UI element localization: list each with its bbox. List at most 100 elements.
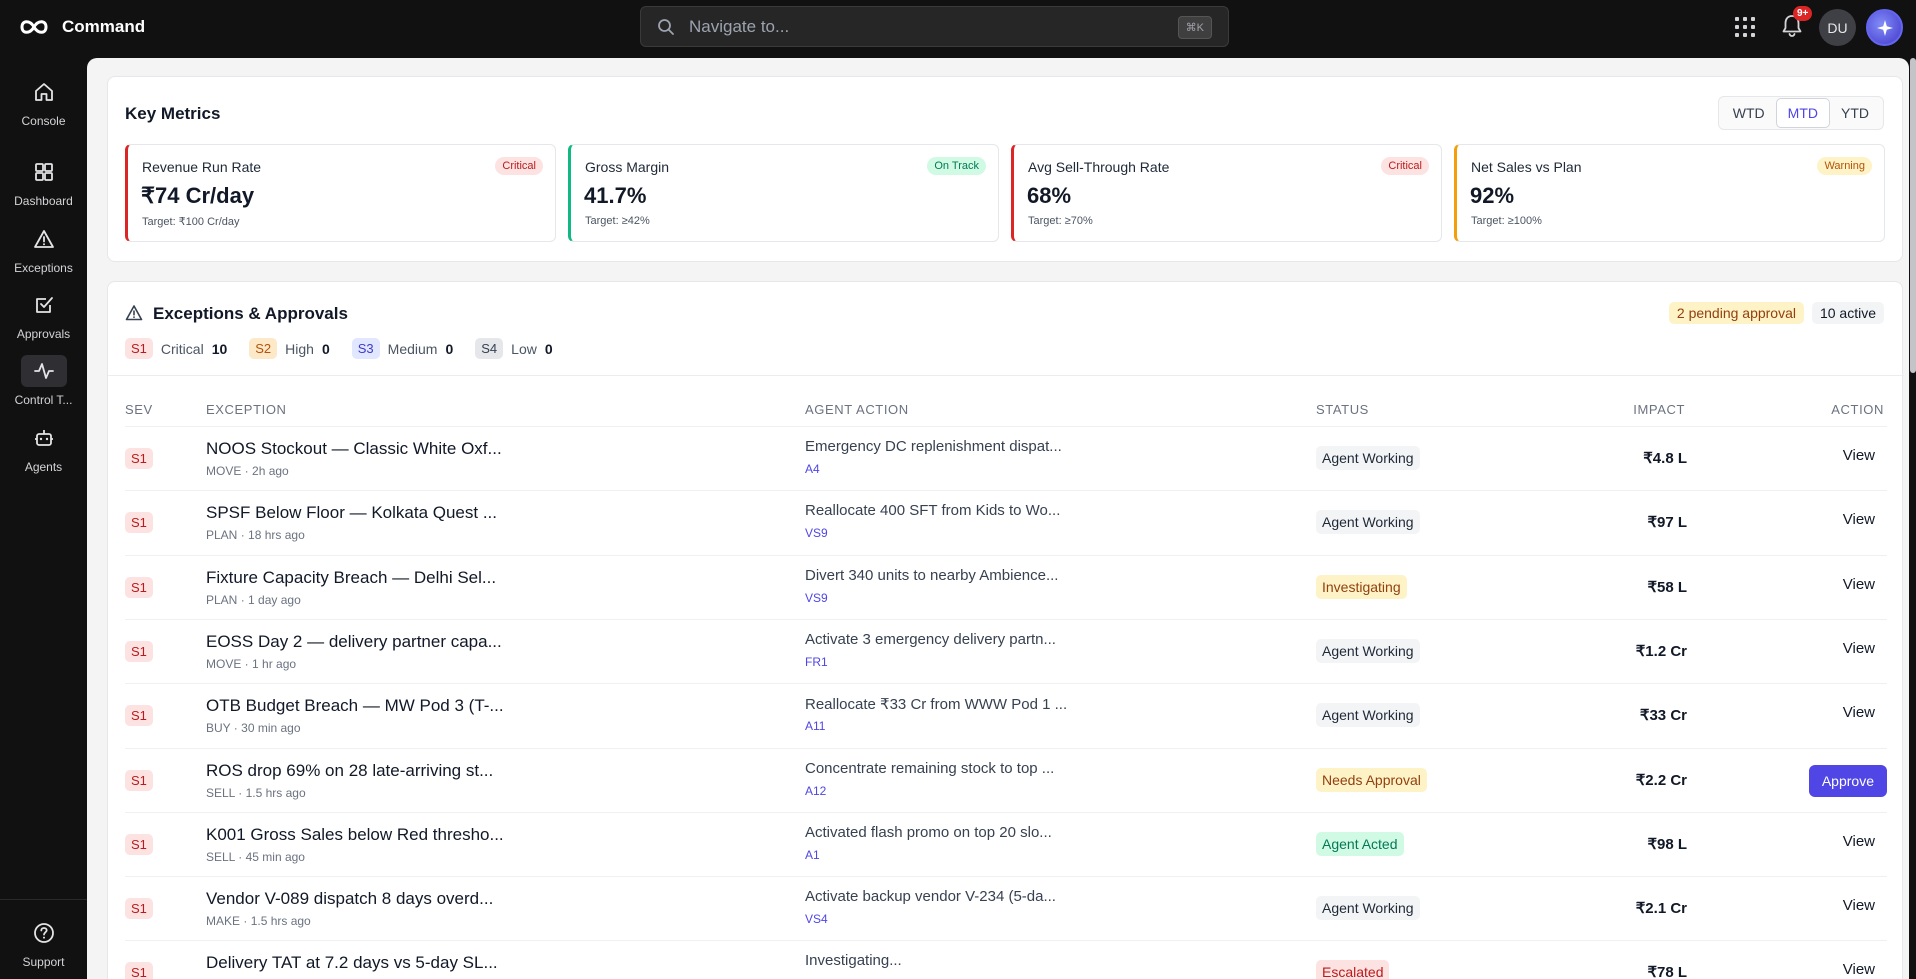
view-button[interactable]: View (1843, 447, 1875, 464)
user-avatar[interactable]: DU (1819, 9, 1856, 46)
agent-code-link[interactable]: VS4 (805, 912, 828, 926)
period-wtd-button[interactable]: WTD (1722, 99, 1776, 127)
sev-count: 0 (544, 340, 553, 357)
agent-action-text: Concentrate remaining stock to top ... (805, 759, 1055, 777)
view-button[interactable]: View (1843, 576, 1875, 593)
agent-code-link[interactable]: VS9 (805, 591, 828, 605)
ai-assistant-button[interactable] (1866, 9, 1903, 46)
severity-badge: S1 (125, 640, 153, 662)
column-header-exception[interactable]: EXCEPTION (206, 402, 287, 417)
metric-card-net-sales-vs-plan[interactable]: Net Sales vs Plan Warning 92% Target: ≥1… (1454, 144, 1885, 242)
metric-card-avg-sell-through-rate[interactable]: Avg Sell-Through Rate Critical 68% Targe… (1011, 144, 1442, 242)
sev-chip-s4[interactable]: S4 (475, 338, 504, 359)
sidebar-item-label: Approvals (16, 327, 71, 341)
view-button[interactable]: View (1843, 897, 1875, 914)
scrollbar[interactable] (1910, 58, 1916, 373)
view-button[interactable]: View (1843, 640, 1875, 657)
view-button[interactable]: View (1843, 511, 1875, 528)
navigate-search[interactable]: ⌘K (640, 6, 1229, 47)
table-row[interactable]: S1 K001 Gross Sales below Red thresho... S… (125, 811, 1887, 876)
exception-time: 1.5 hrs ago (245, 785, 306, 800)
agent-code-link[interactable]: VS9 (805, 526, 828, 540)
table-row[interactable]: S1 Delivery TAT at 7.2 days vs 5-day SL..… (125, 940, 1887, 979)
view-button[interactable]: View (1843, 961, 1875, 978)
exception-title[interactable]: K001 Gross Sales below Red thresho... (206, 825, 504, 845)
exception-title[interactable]: Delivery TAT at 7.2 days vs 5-day SL... (206, 953, 498, 973)
nav-icon-wrap (20, 355, 67, 387)
metric-card-gross-margin[interactable]: Gross Margin On Track 41.7% Target: ≥42% (568, 144, 999, 242)
table-row[interactable]: S1 SPSF Below Floor — Kolkata Quest ... PL… (125, 490, 1887, 554)
status-badge: Agent Working (1316, 703, 1420, 728)
apps-grid-icon[interactable] (1734, 16, 1756, 38)
severity-badge: S1 (125, 769, 153, 791)
exception-title[interactable]: ROS drop 69% on 28 late-arriving st... (206, 761, 493, 781)
exception-module: PLAN (206, 592, 238, 607)
column-header-status[interactable]: STATUS (1316, 402, 1369, 417)
table-row[interactable]: S1 NOOS Stockout — Classic White Oxf... MO… (125, 426, 1887, 490)
sev-chip-s3[interactable]: S3 (351, 338, 380, 359)
exception-title[interactable]: OTB Budget Breach — MW Pod 3 (T-... (206, 696, 504, 716)
meta-separator: · (240, 914, 251, 929)
agent-code-link[interactable]: A1 (805, 848, 820, 862)
sidebar-divider (0, 899, 87, 900)
period-ytd-button[interactable]: YTD (1830, 99, 1880, 127)
pending-approval-badge[interactable]: 2 pending approval (1668, 302, 1804, 324)
status-badge: Agent Acted (1316, 831, 1404, 856)
metric-card-revenue-run-rate[interactable]: Revenue Run Rate Critical ₹74 Cr/day Tar… (125, 144, 556, 242)
sev-name: High (285, 340, 314, 357)
nav-icon-wrap (21, 156, 67, 188)
sidebar-item-agents[interactable]: Agents (0, 422, 87, 474)
exception-title[interactable]: NOOS Stockout — Classic White Oxf... (206, 439, 502, 459)
view-button[interactable]: View (1843, 704, 1875, 721)
status-badge: Needs Approval (1316, 767, 1427, 792)
exception-module: BUY (206, 721, 231, 736)
sev-chip-s2[interactable]: S2 (249, 338, 278, 359)
agent-code-link[interactable]: A11 (805, 719, 825, 733)
status-badge: Agent Working (1316, 510, 1420, 535)
meta-separator: · (241, 464, 253, 478)
exception-module: SELL (206, 849, 235, 864)
sidebar-item-console[interactable]: Console (0, 76, 87, 128)
column-header-impact[interactable]: IMPACT (1633, 402, 1685, 417)
table-row[interactable]: S1 OTB Budget Breach — MW Pod 3 (T-... BUY… (125, 683, 1887, 747)
severity-badge: S1 (125, 576, 153, 598)
exception-title[interactable]: Fixture Capacity Breach — Delhi Sel... (206, 568, 496, 588)
metric-status-badge: Critical (495, 157, 543, 175)
sidebar-item-support[interactable]: Support (0, 917, 87, 969)
metric-value: 68% (1027, 183, 1072, 208)
sidebar-item-exceptions[interactable]: Exceptions (0, 223, 87, 275)
search-input[interactable] (689, 16, 1149, 37)
sev-name: Low (511, 340, 537, 357)
agent-action-text: Reallocate 400 SFT from Kids to Wo... (805, 502, 1061, 520)
brand[interactable]: Command (18, 14, 145, 40)
exception-time: 1 day ago (248, 592, 301, 607)
table-row[interactable]: S1 Vendor V-089 dispatch 8 days overd... M… (125, 876, 1887, 940)
warning-icon (33, 230, 54, 248)
sidebar-item-approvals[interactable]: Approvals (0, 289, 87, 341)
view-button[interactable]: View (1843, 833, 1875, 850)
nav-icon-wrap (21, 422, 67, 454)
period-mtd-button[interactable]: MTD (1775, 98, 1830, 128)
sidebar-item-control-tower[interactable]: Control T... (0, 355, 87, 407)
table-row[interactable]: S1 EOSS Day 2 — delivery partner capa... M… (125, 618, 1887, 683)
exception-title[interactable]: SPSF Below Floor — Kolkata Quest ... (206, 503, 497, 523)
active-count-badge[interactable]: 10 active (1811, 302, 1884, 324)
exception-module: MOVE (206, 464, 242, 478)
agent-code-link[interactable]: A4 (805, 462, 820, 476)
impact-value: ₹2.2 Cr (1635, 771, 1687, 789)
agent-code-link[interactable]: FR1 (805, 655, 828, 669)
meta-separator: · (230, 721, 242, 736)
exception-title[interactable]: Vendor V-089 dispatch 8 days overd... (206, 889, 493, 909)
approve-button[interactable]: Approve (1808, 764, 1887, 797)
table-row[interactable]: S1 ROS drop 69% on 28 late-arriving st...… (125, 747, 1887, 812)
agent-code-link[interactable]: A12 (805, 784, 826, 798)
table-row[interactable]: S1 Fixture Capacity Breach — Delhi Sel...… (125, 554, 1887, 619)
sev-chip-s1[interactable]: S1 (125, 338, 153, 359)
exception-title[interactable]: EOSS Day 2 — delivery partner capa... (206, 632, 502, 652)
sidebar-item-dashboard[interactable]: Dashboard (0, 156, 87, 208)
impact-value: ₹2.1 Cr (1635, 900, 1687, 918)
warning-icon (125, 305, 143, 321)
robot-icon (34, 430, 53, 446)
column-header-agent-action[interactable]: AGENT ACTION (805, 402, 909, 417)
column-header-sev[interactable]: SEV (125, 402, 153, 417)
